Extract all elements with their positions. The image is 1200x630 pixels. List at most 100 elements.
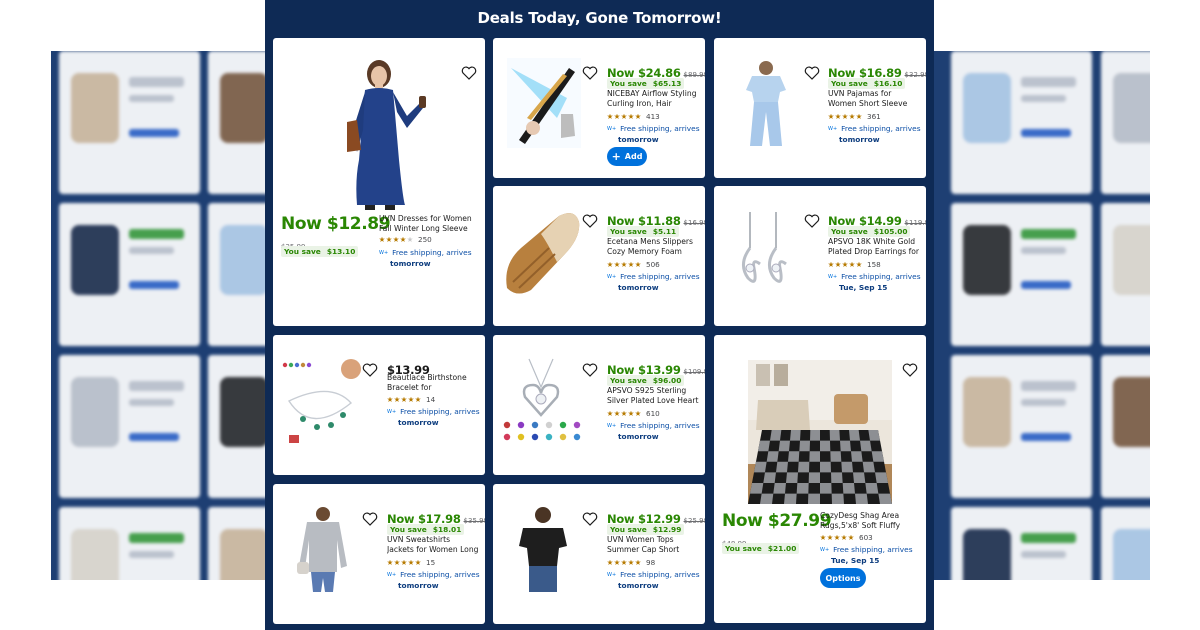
- savings-badge: You save $18.01: [387, 524, 465, 535]
- product-title[interactable]: Ecetana Mens Slippers Cozy Memory Foam S…: [607, 237, 699, 257]
- product-title[interactable]: NICEBAY Airflow Styling Curling Iron, Ha…: [607, 89, 699, 109]
- product-image-tops[interactable]: [513, 506, 573, 592]
- background-tile-shape: [963, 529, 1011, 580]
- product-image-dress[interactable]: [339, 60, 435, 210]
- background-tile-shape: [963, 225, 1011, 295]
- was-price: $89.99: [683, 71, 705, 79]
- star-icon: [856, 261, 862, 267]
- star-icon: [394, 559, 400, 565]
- shipping-info: W+ Free shipping, arrives tomorrow: [828, 124, 921, 144]
- product-card-necklace[interactable]: Now $13.99$109.99 You save$96.00 APSVO S…: [493, 335, 705, 475]
- background-tile-shape: [1021, 551, 1066, 558]
- product-card-earrings[interactable]: Now $14.99$119.99 You save$105.00 APSVO …: [714, 186, 926, 326]
- walmart-plus-icon: W+: [820, 547, 830, 553]
- product-image-pajamas[interactable]: [736, 60, 796, 146]
- product-image-rug[interactable]: [748, 360, 892, 504]
- panel-title: Deals Today, Gone Tomorrow!: [477, 9, 722, 27]
- rating-stars: 603: [820, 533, 873, 542]
- favorite-heart-icon[interactable]: [582, 511, 598, 527]
- star-icon: [849, 113, 855, 119]
- background-tile-shape: [220, 377, 268, 447]
- favorite-heart-icon[interactable]: [582, 213, 598, 229]
- star-icon: [614, 261, 620, 267]
- walmart-plus-icon: W+: [828, 126, 838, 132]
- favorite-heart-icon[interactable]: [362, 362, 378, 378]
- product-title[interactable]: UVN Pajamas for Women Short Sleeve Tops …: [828, 89, 920, 109]
- rating-stars: 158: [828, 260, 881, 269]
- product-card-sweatshirt[interactable]: Now $17.98$35.99 You save$18.01 UVN Swea…: [273, 484, 485, 624]
- review-count: 506: [646, 260, 660, 269]
- star-icon: [614, 559, 620, 565]
- favorite-heart-icon[interactable]: [804, 65, 820, 81]
- product-title[interactable]: APSVO S925 Sterling Silver Plated Love H…: [607, 386, 699, 406]
- product-image-slippers[interactable]: [501, 208, 583, 296]
- review-count: 15: [426, 558, 436, 567]
- shipping-text: Free shipping, arrives: [841, 272, 921, 281]
- background-tile: [1101, 51, 1150, 194]
- favorite-heart-icon[interactable]: [362, 511, 378, 527]
- review-count: 250: [418, 235, 432, 244]
- product-title[interactable]: CozyDesg Shag Area Rugs,5'x8' Soft Fluff…: [820, 511, 918, 531]
- product-card-tops[interactable]: Now $12.99$25.98 You save$12.99 UVN Wome…: [493, 484, 705, 624]
- price-row: Now $12.89: [281, 214, 391, 234]
- delivery-date: tomorrow: [390, 258, 431, 268]
- product-card-slippers[interactable]: Now $11.88$16.99 You save$5.11 Ecetana M…: [493, 186, 705, 326]
- product-card-rug[interactable]: Now $27.99 $48.99 You save$21.00 CozyDes…: [714, 335, 926, 623]
- background-tile: [951, 203, 1092, 346]
- options-button[interactable]: Options: [820, 568, 866, 588]
- product-image-sweatshirt[interactable]: [293, 506, 353, 592]
- product-image-necklace[interactable]: [501, 357, 585, 447]
- star-icon: [401, 396, 407, 402]
- save-amount: $96.00: [652, 376, 682, 385]
- star-icon: [621, 113, 627, 119]
- shipping-info: W+ Free shipping, arrives tomorrow: [387, 570, 480, 590]
- favorite-heart-icon[interactable]: [902, 362, 918, 378]
- product-card-pajamas[interactable]: Now $16.89$32.99 You save$16.10 UVN Paja…: [714, 38, 926, 178]
- save-label: You save: [610, 376, 647, 385]
- walmart-plus-icon: W+: [607, 274, 617, 280]
- savings-badge: You save $12.99: [607, 524, 685, 535]
- star-icon: [828, 113, 834, 119]
- delivery-date: tomorrow: [618, 282, 659, 292]
- delivery-date: tomorrow: [618, 431, 659, 441]
- product-card-dress[interactable]: Now $12.89 $25.99 You save$13.10 UVN Dre…: [273, 38, 485, 326]
- save-amount: $12.99: [652, 525, 682, 534]
- star-icon: [621, 261, 627, 267]
- shipping-text: Free shipping, arrives: [833, 545, 913, 554]
- favorite-heart-icon[interactable]: [461, 65, 477, 81]
- delivery-date: tomorrow: [839, 134, 880, 144]
- shipping-text: Free shipping, arrives: [841, 124, 921, 133]
- background-tile-shape: [129, 533, 184, 543]
- favorite-heart-icon[interactable]: [582, 65, 598, 81]
- star-icon: [628, 410, 634, 416]
- was-price: $25.98: [683, 517, 705, 525]
- save-label: You save: [610, 525, 647, 534]
- background-tile-shape: [71, 225, 119, 295]
- background-tile-shape: [963, 73, 1011, 143]
- product-title[interactable]: UVN Sweatshirts Jackets for Women Long S…: [387, 535, 479, 555]
- shipping-info: W+ Free shipping, arrives tomorrow: [607, 421, 700, 441]
- product-title[interactable]: UVN Dresses for Women Fall Winter Long S…: [379, 214, 475, 234]
- product-image-hair-iron[interactable]: [507, 58, 581, 148]
- product-card-hair-iron[interactable]: Now $24.86$89.99 You save$65.13 NICEBAY …: [493, 38, 705, 178]
- current-price: Now $27.99: [722, 511, 832, 531]
- background-tile-shape: [1021, 95, 1066, 102]
- deals-panel: Deals Today, Gone Tomorrow! Now $12.89 Y…: [265, 0, 934, 630]
- background-tile-shape: [1021, 433, 1071, 441]
- product-image-bracelet[interactable]: [281, 357, 365, 447]
- current-price: Now $12.89: [281, 214, 391, 234]
- favorite-heart-icon[interactable]: [582, 362, 598, 378]
- savings-badge: You save $21.00: [722, 543, 800, 554]
- product-title[interactable]: Beautlace Birthstone Bracelet for Women,…: [387, 373, 479, 393]
- was-price: $16.99: [683, 219, 705, 227]
- product-card-bracelet[interactable]: $13.99 Beautlace Birthstone Bracelet for…: [273, 335, 485, 475]
- background-tile-shape: [220, 73, 268, 143]
- savings-badge: You save $13.10: [281, 246, 359, 257]
- product-image-earrings[interactable]: [734, 208, 792, 296]
- product-title[interactable]: APSVO 18K White Gold Plated Drop Earring…: [828, 237, 920, 257]
- background-tile-shape: [71, 529, 119, 580]
- shipping-text: Free shipping, arrives: [400, 570, 480, 579]
- favorite-heart-icon[interactable]: [804, 213, 820, 229]
- product-title[interactable]: UVN Women Tops Summer Cap Short: [607, 535, 699, 555]
- add-button[interactable]: + Add: [607, 147, 647, 166]
